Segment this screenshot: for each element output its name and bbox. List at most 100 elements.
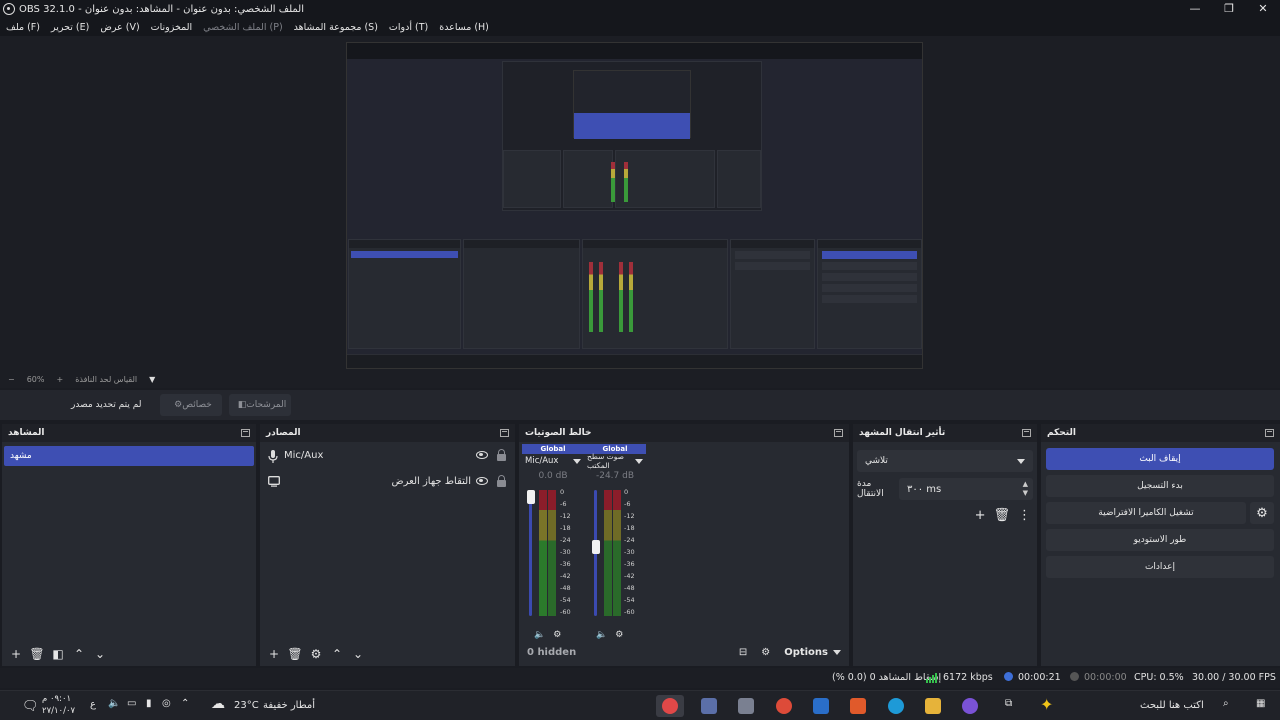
volume-fader-handle[interactable] [526, 490, 535, 504]
start-recording-button[interactable]: بدء التسجيل [1046, 475, 1274, 497]
spinner-icon[interactable]: ▲ ▼ [1023, 480, 1028, 498]
trash-icon[interactable]: 🗑 [993, 508, 1010, 523]
lock-icon[interactable] [497, 449, 506, 461]
chevron-up-icon[interactable]: ⌃ [181, 698, 189, 709]
record-indicator-icon [1070, 672, 1079, 681]
minimize-button[interactable]: — [1178, 0, 1212, 18]
brave-icon[interactable] [850, 698, 866, 714]
undock-icon[interactable] [1022, 429, 1031, 437]
duration-input[interactable]: ٣٠٠ ms ▲ ▼ [899, 478, 1033, 500]
channel-name-dropdown[interactable]: صوت سطح المكتب [584, 452, 646, 470]
stop-streaming-button[interactable]: إيقاف البث [1046, 448, 1274, 470]
move-up-icon[interactable]: ⌃ [71, 646, 87, 662]
layout-icon[interactable]: ⊟ [739, 647, 747, 658]
move-down-icon[interactable]: ⌄ [92, 646, 108, 662]
clock-time[interactable]: ٠٩:٠١ م [42, 694, 71, 704]
signal-strength-icon [926, 673, 937, 683]
weather-temp[interactable]: 23°C [234, 700, 259, 711]
settings-button[interactable]: إعدادات [1046, 556, 1274, 578]
eye-icon[interactable] [476, 477, 488, 485]
record-time: 00:00:00 [1084, 672, 1127, 683]
menu-docks[interactable]: المخزونات [151, 22, 192, 33]
clock-date[interactable]: ٢٧/١٠/٠٧ [42, 706, 75, 716]
meter-scale: 0 -6 -12 -18 -24 -30 -36 -42 -48 -54 -60 [560, 488, 571, 616]
volume-meter-right [613, 490, 621, 616]
undock-icon[interactable] [1265, 429, 1274, 437]
channel-name-dropdown[interactable]: Mic/Aux [522, 454, 584, 468]
gear-icon[interactable]: ⚙ [308, 646, 324, 662]
options-dropdown[interactable]: Options [784, 647, 841, 658]
chrome-icon[interactable] [776, 698, 792, 714]
start-virtual-camera-button[interactable]: تشغيل الكاميرا الافتراضية [1046, 502, 1246, 524]
notification-icon[interactable]: 🗨 [22, 699, 39, 714]
weather-icon[interactable]: ☁ [211, 696, 225, 712]
menu-file[interactable]: ملف (F) [6, 22, 40, 33]
preview-area[interactable] [0, 36, 1280, 370]
menu-profile[interactable]: الملف الشخصي (P) [203, 22, 283, 33]
move-down-icon[interactable]: ⌄ [350, 646, 366, 662]
search-icon[interactable]: ⌕ [1223, 698, 1229, 709]
lock-icon[interactable] [497, 475, 506, 487]
app-icon-1[interactable] [701, 698, 717, 714]
properties-button[interactable]: ⚙ خصائص [160, 394, 222, 416]
edge-icon[interactable] [888, 698, 904, 714]
app-icon-2[interactable] [738, 698, 754, 714]
mic-tray-icon[interactable]: ▮ [146, 698, 152, 709]
recursive-menu-bar [347, 51, 922, 59]
menu-help[interactable]: مساعدة (H) [439, 22, 489, 33]
studio-mode-button[interactable]: طور الاستوديو [1046, 529, 1274, 551]
task-view-icon[interactable]: ⧉ [1005, 698, 1012, 709]
add-icon[interactable]: + [266, 646, 282, 662]
no-source-label: لم يتم تحديد مصدر [71, 400, 142, 410]
stream-time: 00:00:21 [1018, 672, 1061, 683]
menu-tools[interactable]: أدوات (T) [389, 22, 428, 33]
sources-dock: المصادر Mic/Aux التقاط جهاز العرض + 🗑 ⚙ … [260, 424, 515, 666]
volume-fader-handle[interactable] [591, 540, 600, 555]
more-icon[interactable]: ⋮ [1018, 508, 1031, 523]
virtual-camera-settings-button[interactable]: ⚙ [1250, 502, 1274, 524]
filter-icon[interactable]: ◧ [50, 646, 66, 662]
windows-start-icon[interactable]: ▦ [1256, 698, 1265, 709]
network-tray-icon[interactable]: ▭ [127, 698, 136, 709]
sources-toolbar: + 🗑 ⚙ ⌃ ⌄ [260, 642, 515, 666]
preview-canvas[interactable] [346, 42, 923, 369]
transition-select[interactable]: تلاشي [857, 450, 1033, 472]
zoom-in-button[interactable]: + [56, 375, 63, 384]
duration-row: مدة الانتقال ٣٠٠ ms ▲ ▼ [857, 478, 1033, 500]
scene-item[interactable]: مشهد [4, 446, 254, 466]
properties-label: خصائص [182, 400, 212, 410]
trash-icon[interactable]: 🗑 [29, 646, 45, 662]
sparkle-icon[interactable]: ✦ [1040, 695, 1053, 714]
controls-dock-header: التحكم [1041, 424, 1280, 442]
weather-desc[interactable]: أمطار خفيفة [263, 700, 315, 711]
trash-icon[interactable]: 🗑 [287, 646, 303, 662]
scale-tick: -54 [560, 596, 571, 604]
undock-icon[interactable] [834, 429, 843, 437]
chevron-down-icon[interactable]: ▼ [149, 375, 155, 384]
eye-icon[interactable] [476, 451, 488, 459]
restore-button[interactable]: ❐ [1212, 0, 1246, 18]
volume-fader-track[interactable] [529, 490, 532, 616]
mixer-settings-icon[interactable]: ⚙ [761, 647, 770, 658]
undock-icon[interactable] [241, 429, 250, 437]
add-icon[interactable]: + [8, 646, 24, 662]
undock-icon[interactable] [500, 429, 509, 437]
volume-tray-icon[interactable]: 🔈 [108, 698, 120, 709]
add-icon[interactable]: + [975, 508, 986, 523]
move-up-icon[interactable]: ⌃ [329, 646, 345, 662]
camera-tray-icon[interactable]: ◎ [162, 698, 171, 709]
filters-button[interactable]: ◧ المرشحات [229, 394, 291, 416]
outlook-icon[interactable] [813, 698, 829, 714]
language-indicator[interactable]: ع [90, 699, 96, 710]
menu-view[interactable]: عرض (V) [100, 22, 139, 33]
search-box[interactable]: اكتب هنا للبحث [1140, 700, 1204, 711]
file-explorer-icon[interactable] [925, 698, 941, 714]
source-item[interactable]: Mic/Aux [260, 446, 515, 468]
zoom-mode-dropdown[interactable]: القياس لحد النافذة [75, 375, 137, 384]
copilot-icon[interactable] [962, 698, 978, 714]
source-item[interactable]: التقاط جهاز العرض [260, 472, 515, 494]
close-button[interactable]: ✕ [1246, 0, 1280, 18]
zoom-out-button[interactable]: − [8, 375, 15, 384]
menu-scene-collection[interactable]: مجموعة المشاهد (S) [294, 22, 378, 33]
menu-edit[interactable]: تحرير (E) [51, 22, 89, 33]
